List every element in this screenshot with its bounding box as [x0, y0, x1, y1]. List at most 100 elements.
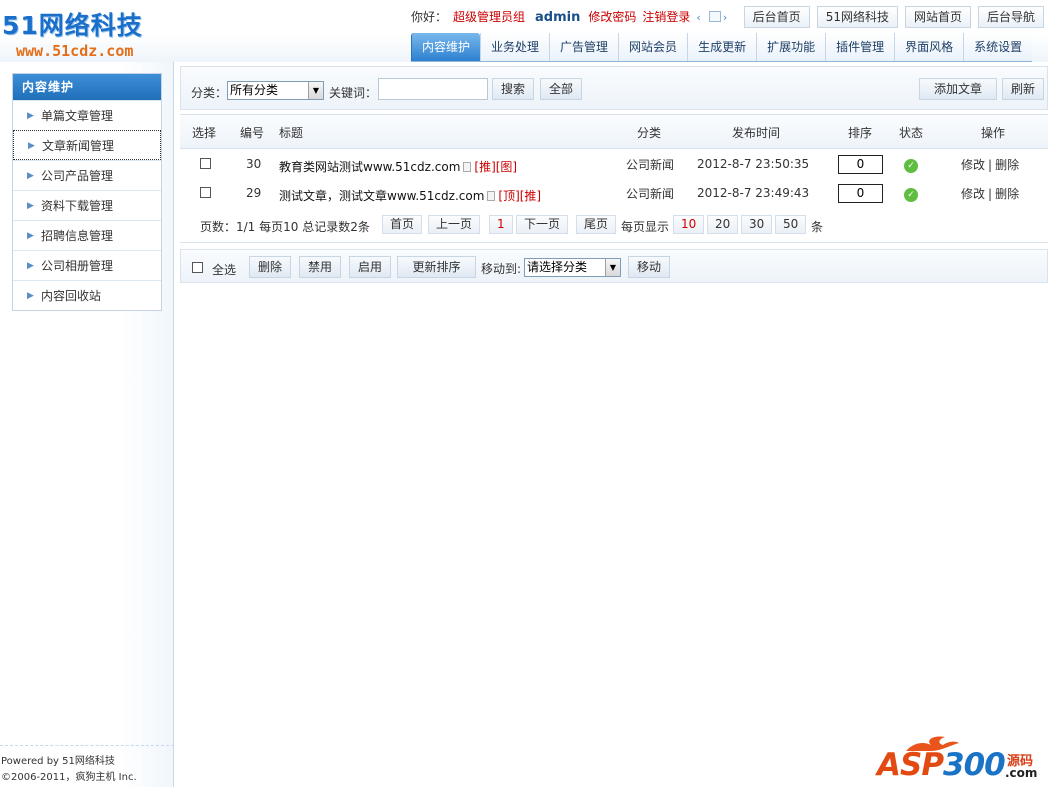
delete-link[interactable]: 删除 [995, 187, 1019, 201]
top-nav-company[interactable]: 51网络科技 [816, 6, 898, 28]
row-published: 2012-8-7 23:50:35 [697, 157, 810, 171]
move-button[interactable]: 移动 [628, 256, 671, 278]
content-area: 分类： 所有分类 ▼ 关键词： 搜索 全部 添加文章 刷新 选择 编号 标题 分… [174, 62, 1048, 787]
next-page-button[interactable]: 下一页 [516, 215, 569, 234]
document-icon [463, 162, 472, 172]
tab-content[interactable]: 内容维护 [411, 33, 481, 61]
category-select-value: 所有分类 [230, 83, 279, 97]
table-header: 选择 编号 标题 分类 发布时间 排序 状态 操作 [180, 115, 1048, 149]
logout-link[interactable]: 注销登录 [642, 10, 690, 24]
delete-link[interactable]: 删除 [995, 158, 1019, 172]
pagination: 页数：1/1 每页10 总记录数2条 首页 上一页 1 下一页 尾页 每页显示 … [180, 213, 1048, 237]
sidebar-item-news[interactable]: ▶ 文章新闻管理 [13, 130, 161, 160]
col-category: 分类 [637, 126, 662, 140]
top-nav-admin-nav[interactable]: 后台导航 [977, 6, 1044, 28]
tab-settings[interactable]: 系统设置 [963, 33, 1033, 61]
batch-enable-button[interactable]: 启用 [349, 256, 392, 278]
row-title-cell: 教育类网站测试www.51cdz.com [推][图] [279, 158, 517, 175]
keyword-label: 关键词： [329, 86, 378, 100]
check-circle-icon: ✓ [904, 188, 918, 202]
logo-url: www.51cdz.com [16, 42, 134, 60]
tab-generate[interactable]: 生成更新 [687, 33, 757, 61]
tab-ads[interactable]: 广告管理 [549, 33, 619, 61]
change-password-link[interactable]: 修改密码 [588, 10, 636, 24]
sidebar-item-downloads[interactable]: ▶ 资料下载管理 [13, 190, 161, 220]
col-order: 排序 [848, 126, 873, 140]
search-button[interactable]: 搜索 [492, 78, 535, 100]
row-id: 30 [246, 157, 262, 171]
tab-themes[interactable]: 界面风格 [894, 33, 964, 61]
asp300-text: ASP300 [877, 747, 1006, 783]
row-title[interactable]: 测试文章，测试文章www.51cdz.com [279, 189, 484, 203]
filter-toolbar: 分类： 所有分类 ▼ 关键词： 搜索 全部 添加文章 刷新 [180, 66, 1048, 110]
sidebar-item-jobs[interactable]: ▶ 招聘信息管理 [13, 220, 161, 250]
top-nav-admin-home[interactable]: 后台首页 [743, 6, 810, 28]
arrow-right-icon: ▶ [27, 291, 34, 301]
select-all-label: 全选 [212, 263, 237, 277]
tab-extensions[interactable]: 扩展功能 [756, 33, 826, 61]
last-page-button[interactable]: 尾页 [576, 215, 617, 234]
refresh-button[interactable]: 刷新 [1002, 78, 1045, 100]
chevron-right-icon[interactable]: › [723, 11, 727, 24]
window-icon [708, 11, 721, 22]
asp300-logo: ASP300 源码 .com [877, 733, 1042, 785]
tab-scroll-arrows[interactable]: ‹ › [696, 11, 733, 24]
row-category: 公司新闻 [626, 158, 675, 172]
batch-disable-button[interactable]: 禁用 [299, 256, 342, 278]
show-all-button[interactable]: 全部 [540, 78, 583, 100]
keyword-input[interactable] [378, 78, 488, 100]
user-role: 超级管理员组 [453, 10, 526, 24]
tab-members[interactable]: 网站会员 [618, 33, 688, 61]
header: 51网络科技 www.51cdz.com 你好： 超级管理员组 admin 修改密码注… [0, 0, 1048, 62]
sidebar-item-recycle[interactable]: ▶ 内容回收站 [13, 280, 161, 310]
batch-delete-button[interactable]: 删除 [249, 256, 292, 278]
col-title: 标题 [279, 126, 304, 140]
row-checkbox[interactable] [200, 158, 211, 169]
per-page-50[interactable]: 50 [775, 215, 807, 234]
sidebar-item-single-article[interactable]: ▶ 单篇文章管理 [13, 100, 161, 130]
prev-page-button[interactable]: 上一页 [428, 215, 481, 234]
row-published: 2012-8-7 23:49:43 [697, 186, 810, 200]
sidebar-item-label: 内容回收站 [41, 289, 102, 303]
per-page-30[interactable]: 30 [741, 215, 773, 234]
sidebar-title: 内容维护 [13, 74, 161, 100]
edit-link[interactable]: 修改 [961, 187, 985, 201]
edit-link[interactable]: 修改 [961, 158, 985, 172]
tab-plugins[interactable]: 插件管理 [825, 33, 895, 61]
select-all-checkbox[interactable] [192, 262, 203, 273]
top-nav-site-home[interactable]: 网站首页 [904, 6, 971, 28]
sidebar-footer: Powered by 51网络科技 ©2006-2011，疯狗主机 Inc. [0, 745, 174, 786]
asp-text: ASP [877, 747, 944, 783]
category-select[interactable]: 所有分类 ▼ [227, 81, 324, 100]
logo-brand: 51网络科技 [2, 11, 143, 40]
per-page-10[interactable]: 10 [673, 215, 705, 234]
row-actions: 修改 | 删除 [961, 156, 1019, 173]
first-page-button[interactable]: 首页 [382, 215, 423, 234]
order-input[interactable]: 0 [838, 184, 883, 203]
add-article-button[interactable]: 添加文章 [919, 78, 997, 100]
col-select: 选择 [192, 126, 217, 140]
username: admin [535, 10, 581, 25]
order-input[interactable]: 0 [838, 155, 883, 174]
row-title[interactable]: 教育类网站测试www.51cdz.com [279, 160, 460, 174]
sidebar-item-label: 文章新闻管理 [42, 139, 115, 153]
category-label: 分类： [191, 86, 228, 100]
sidebar-item-label: 招聘信息管理 [41, 229, 114, 243]
per-page-20[interactable]: 20 [707, 215, 739, 234]
move-category-select[interactable]: 请选择分类 ▼ [524, 258, 621, 277]
chevron-left-icon[interactable]: ‹ [696, 11, 700, 24]
arrow-right-icon: ▶ [27, 261, 34, 271]
tab-business[interactable]: 业务处理 [480, 33, 550, 61]
page-summary: 页数：1/1 每页10 总记录数2条 [200, 220, 370, 234]
current-page[interactable]: 1 [489, 215, 513, 234]
separator: | [988, 158, 993, 172]
move-to-label: 移动到: [481, 262, 522, 276]
row-category: 公司新闻 [626, 187, 675, 201]
sidebar-item-products[interactable]: ▶ 公司产品管理 [13, 160, 161, 190]
row-title-cell: 测试文章，测试文章www.51cdz.com [顶][推] [279, 187, 541, 204]
row-checkbox[interactable] [200, 187, 211, 198]
sidebar-item-label: 单篇文章管理 [41, 109, 114, 123]
copyright: ©2006-2011，疯狗主机 Inc. [1, 772, 137, 783]
update-order-button[interactable]: 更新排序 [397, 256, 476, 278]
sidebar-item-album[interactable]: ▶ 公司相册管理 [13, 250, 161, 280]
